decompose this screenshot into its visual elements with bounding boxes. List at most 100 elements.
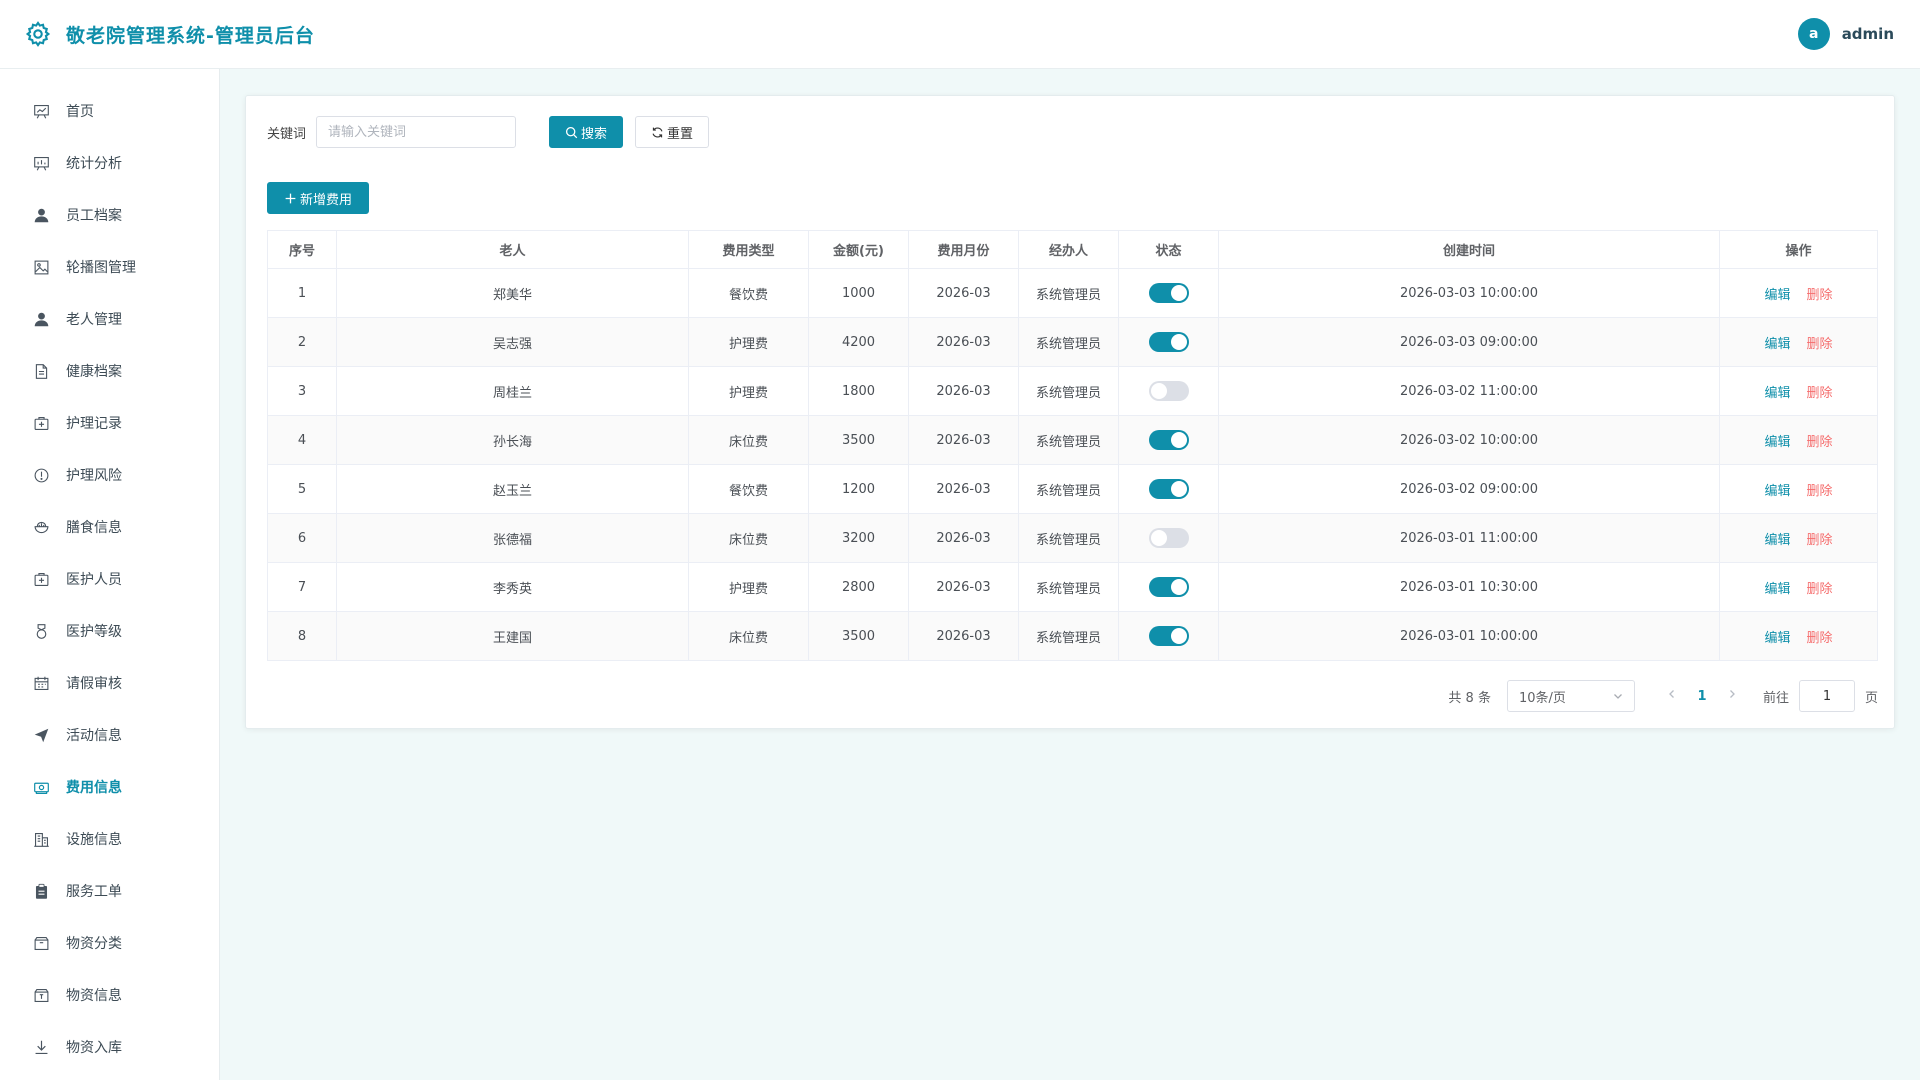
cell-elder: 周桂兰 (336, 366, 689, 416)
sidebar-item-health[interactable]: 健康档案 (0, 345, 219, 397)
cell-status (1118, 611, 1219, 661)
status-toggle[interactable] (1148, 528, 1189, 548)
cell-month: 2026-03 (908, 513, 1019, 563)
cell-status (1118, 268, 1219, 318)
sidebar-item-work-order[interactable]: 服务工单 (0, 865, 219, 917)
cell-handler: 系统管理员 (1018, 513, 1119, 563)
cell-amount: 1000 (808, 268, 909, 318)
sidebar-item-goods[interactable]: 物资信息 (0, 969, 219, 1021)
board-icon (34, 104, 49, 119)
sidebar-item-label: 膳食信息 (66, 520, 122, 536)
sidebar-item-medical-level[interactable]: 医护等级 (0, 605, 219, 657)
sidebar-item-label: 员工档案 (66, 208, 122, 224)
chevron-left-icon (1669, 690, 1674, 698)
goto-page-input[interactable] (1798, 680, 1855, 712)
delete-link[interactable]: 删除 (1807, 582, 1833, 597)
delete-link[interactable]: 删除 (1807, 386, 1833, 401)
edit-link[interactable]: 编辑 (1764, 435, 1790, 450)
sidebar-item-home[interactable]: 首页 (0, 85, 219, 137)
edit-link[interactable]: 编辑 (1764, 631, 1790, 646)
status-toggle[interactable] (1148, 626, 1189, 646)
delete-link[interactable]: 删除 (1807, 337, 1833, 352)
user-menu[interactable]: a admin (1797, 18, 1894, 50)
cell-index: 4 (267, 415, 337, 465)
delete-link[interactable]: 删除 (1807, 484, 1833, 499)
column-header: 序号 (267, 230, 337, 269)
sidebar-item-care-risk[interactable]: 护理风险 (0, 449, 219, 501)
cell-month: 2026-03 (908, 317, 1019, 367)
reset-button-label: 重置 (667, 126, 694, 142)
cell-created: 2026-03-02 09:00:00 (1218, 464, 1720, 514)
sidebar-item-care-record[interactable]: 护理记录 (0, 397, 219, 449)
fee-card: 关键词 搜索 重置 新增费用 (245, 95, 1895, 729)
delete-link[interactable]: 删除 (1807, 631, 1833, 646)
cell-amount: 1800 (808, 366, 909, 416)
table-header-row: 序号 老人 费用类型 金额(元) 费用月份 经办人 状态 创建时间 操作 (267, 230, 1878, 269)
document-icon (35, 363, 48, 379)
edit-link[interactable]: 编辑 (1764, 386, 1790, 401)
edit-link[interactable]: 编辑 (1764, 533, 1790, 548)
sidebar-item-meal[interactable]: 膳食信息 (0, 501, 219, 553)
status-toggle[interactable] (1148, 381, 1189, 401)
cell-amount: 4200 (808, 317, 909, 367)
edit-link[interactable]: 编辑 (1764, 484, 1790, 499)
fee-table-wrap: 序号 老人 费用类型 金额(元) 费用月份 经办人 状态 创建时间 操作 1 郑美… (267, 230, 1878, 661)
column-header: 老人 (336, 230, 689, 269)
sidebar-item-label: 物资入库 (66, 1040, 122, 1056)
sidebar-item-medical-staff[interactable]: 医护人员 (0, 553, 219, 605)
delete-link[interactable]: 删除 (1807, 533, 1833, 548)
edit-link[interactable]: 编辑 (1764, 288, 1790, 303)
sidebar-item-label: 服务工单 (66, 884, 122, 900)
sidebar-item-activity[interactable]: 活动信息 (0, 709, 219, 761)
page-size-select[interactable]: 10条/页 (1506, 680, 1635, 712)
sidebar-item-label: 活动信息 (66, 728, 122, 744)
money-icon (34, 782, 49, 794)
sidebar-item-stats[interactable]: 统计分析 (0, 137, 219, 189)
chevron-down-icon (1614, 694, 1622, 699)
username[interactable]: admin (1842, 25, 1894, 43)
sidebar-item-facility[interactable]: 设施信息 (0, 813, 219, 865)
sidebar-item-label: 请假审核 (66, 676, 122, 692)
keyword-label: 关键词 (267, 126, 307, 142)
cell-status (1118, 415, 1219, 465)
keyword-input[interactable] (316, 116, 517, 148)
sidebar-item-staff[interactable]: 员工档案 (0, 189, 219, 241)
sidebar-item-carousel[interactable]: 轮播图管理 (0, 241, 219, 293)
sidebar-item-goods-category[interactable]: 物资分类 (0, 917, 219, 969)
page-number-current[interactable]: 1 (1687, 689, 1717, 704)
edit-link[interactable]: 编辑 (1764, 582, 1790, 597)
next-page-button[interactable] (1717, 688, 1747, 704)
add-fee-button-label: 新增费用 (299, 192, 352, 208)
sidebar-item-label: 首页 (66, 104, 94, 120)
bowl-icon (34, 521, 49, 533)
status-toggle[interactable] (1148, 283, 1189, 303)
column-header: 经办人 (1018, 230, 1119, 269)
prev-page-button[interactable] (1657, 688, 1687, 704)
cell-fee-type: 床位费 (688, 415, 809, 465)
brand: 敬老院管理系统-管理员后台 (24, 20, 315, 48)
delete-link[interactable]: 删除 (1807, 435, 1833, 450)
cell-month: 2026-03 (908, 366, 1019, 416)
sidebar-item-stock-in[interactable]: 物资入库 (0, 1021, 219, 1073)
status-toggle[interactable] (1148, 332, 1189, 352)
cell-status (1118, 464, 1219, 514)
avatar[interactable]: a (1797, 18, 1830, 50)
edit-link[interactable]: 编辑 (1764, 337, 1790, 352)
cell-elder: 吴志强 (336, 317, 689, 367)
cell-created: 2026-03-02 10:00:00 (1218, 415, 1720, 465)
status-toggle[interactable] (1148, 479, 1189, 499)
cell-fee-type: 护理费 (688, 366, 809, 416)
cell-fee-type: 餐饮费 (688, 464, 809, 514)
sidebar-item-leave[interactable]: 请假审核 (0, 657, 219, 709)
reset-button[interactable]: 重置 (635, 116, 710, 148)
cell-index: 6 (267, 513, 337, 563)
cell-handler: 系统管理员 (1018, 268, 1119, 318)
add-fee-button[interactable]: 新增费用 (267, 182, 369, 214)
status-toggle[interactable] (1148, 577, 1189, 597)
send-icon (34, 728, 49, 742)
delete-link[interactable]: 删除 (1807, 288, 1833, 303)
search-button[interactable]: 搜索 (549, 116, 624, 148)
sidebar-item-elder[interactable]: 老人管理 (0, 293, 219, 345)
status-toggle[interactable] (1148, 430, 1189, 450)
sidebar-item-fee[interactable]: 费用信息 (0, 761, 219, 813)
